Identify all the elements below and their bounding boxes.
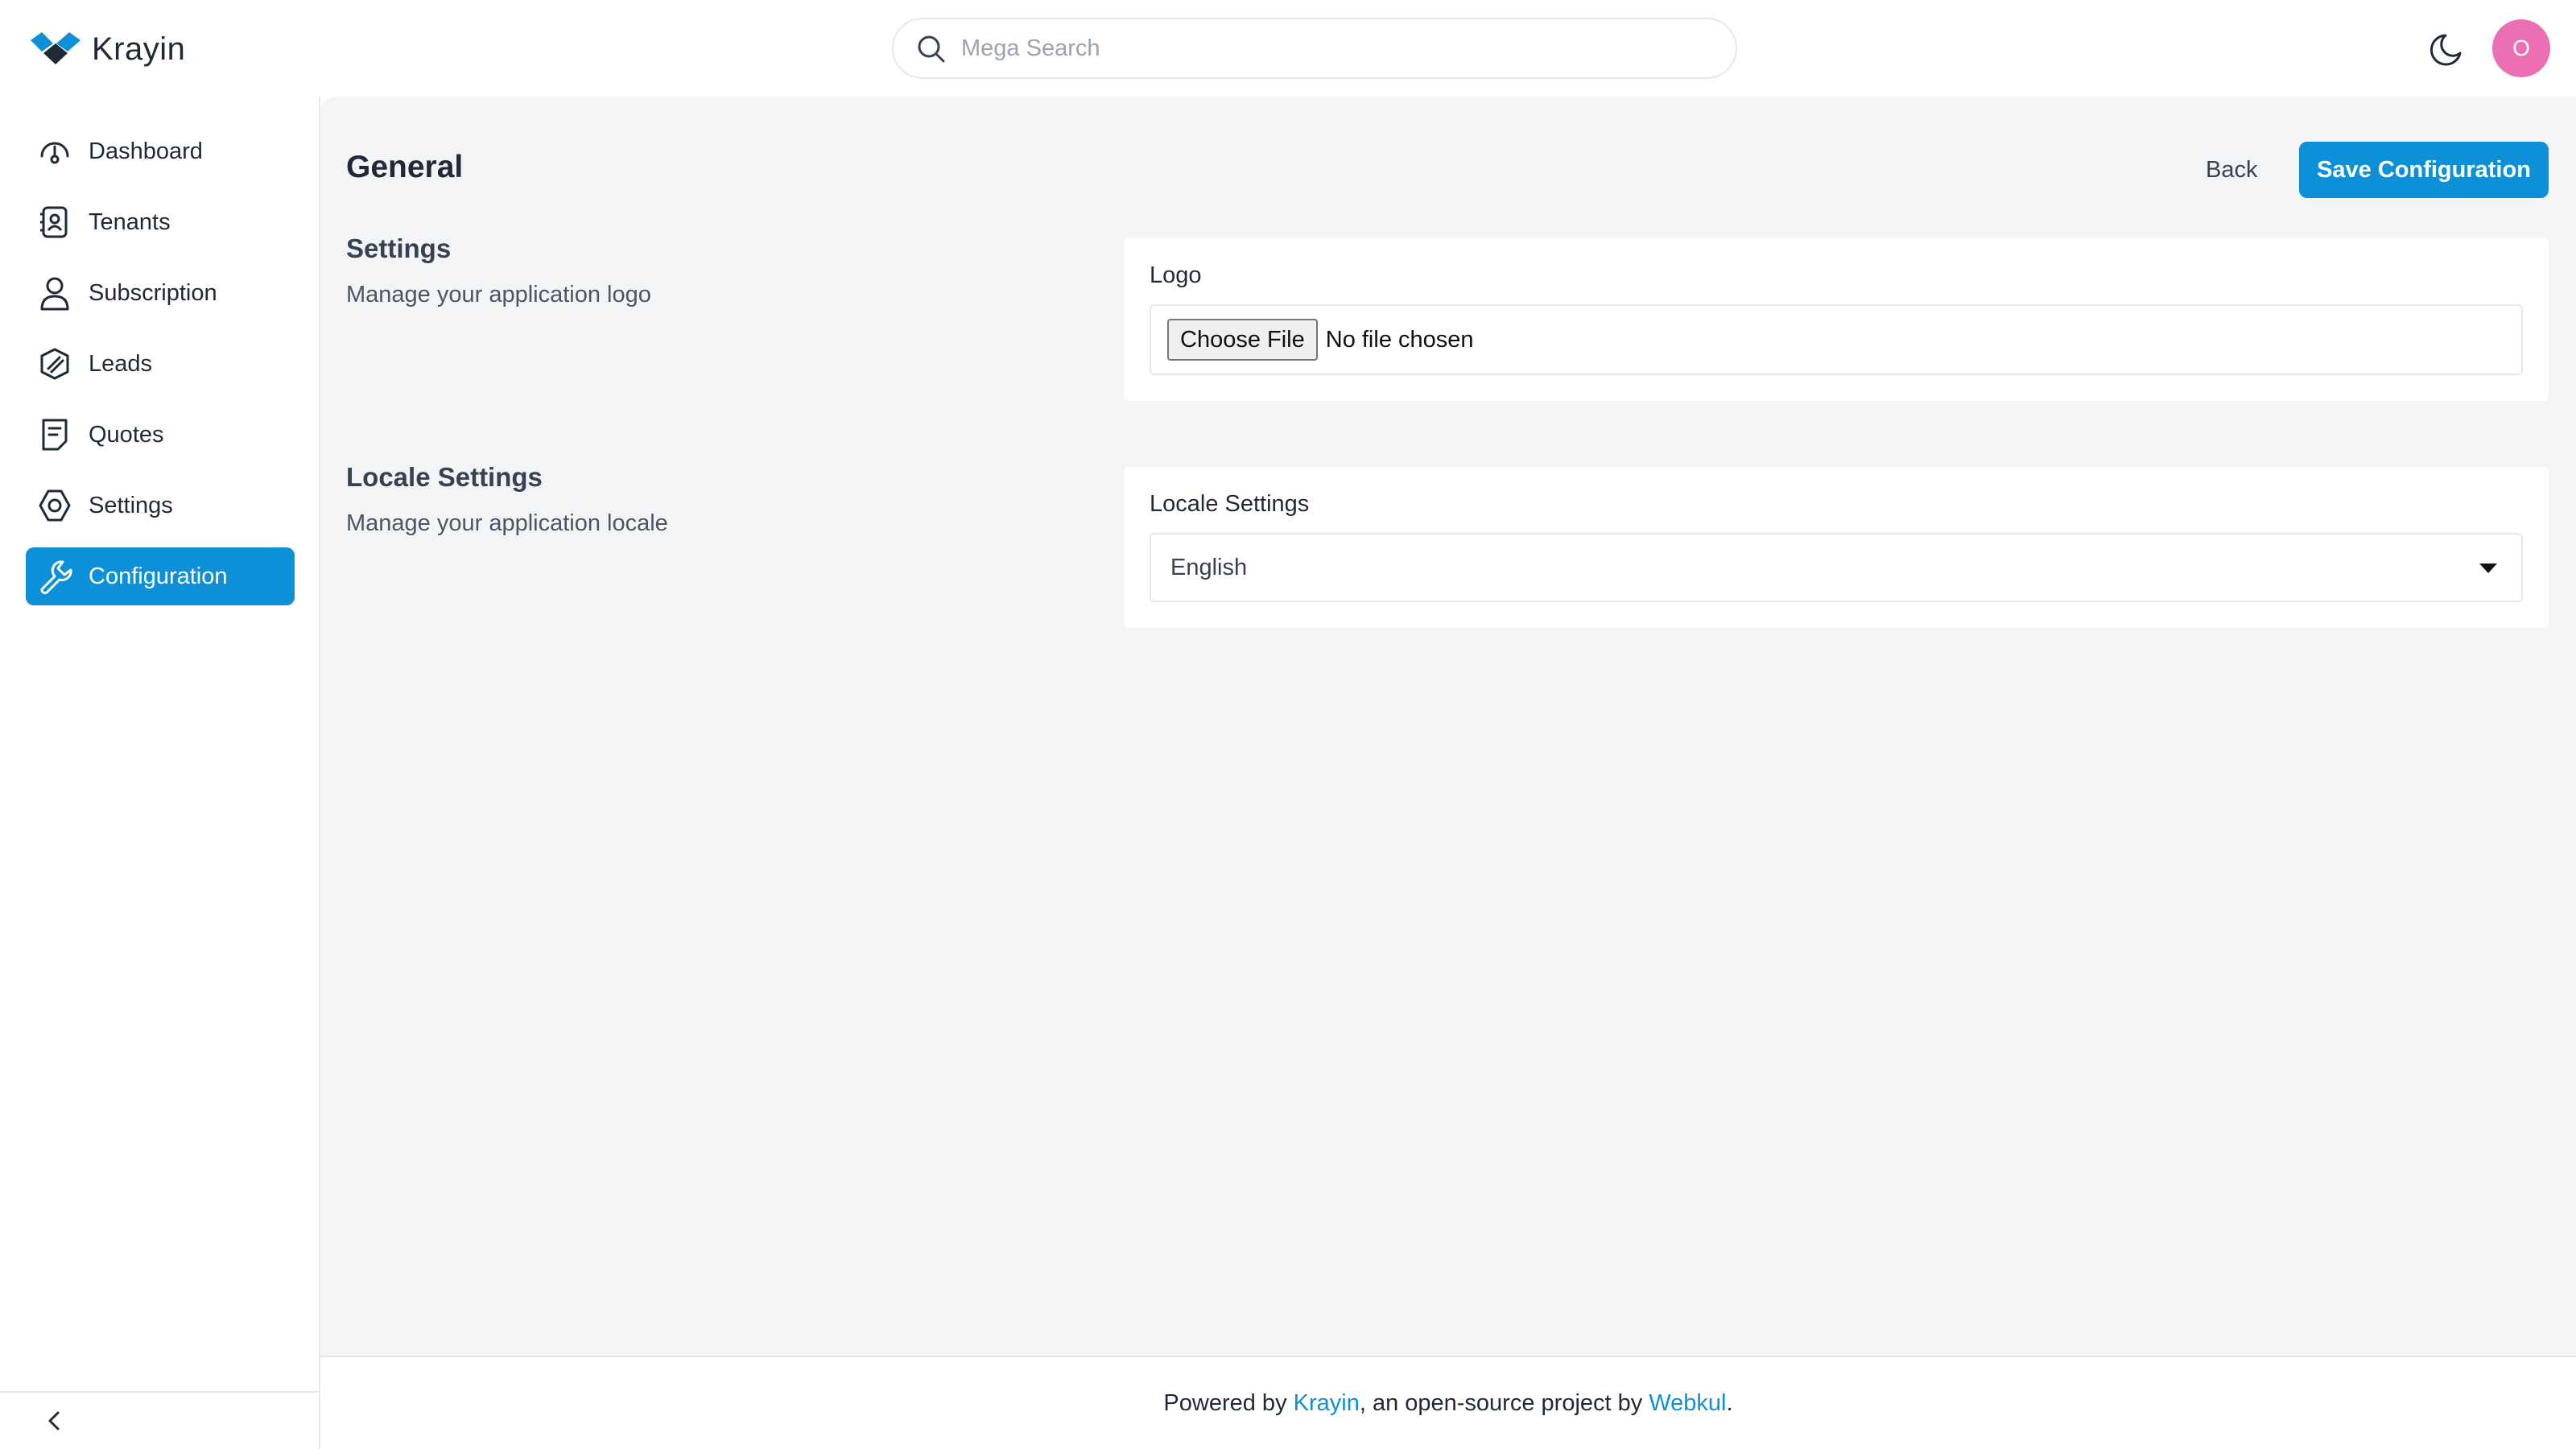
sidebar-item-label: Quotes xyxy=(89,421,164,448)
sidebar-item-label: Tenants xyxy=(89,208,171,235)
sidebar-item-quotes[interactable]: Quotes xyxy=(26,406,295,464)
locale-selected-value: English xyxy=(1170,554,1248,580)
locale-select[interactable]: English xyxy=(1150,533,2523,602)
top-header: Krayin O xyxy=(0,0,2576,97)
sidebar-item-subscription[interactable]: Subscription xyxy=(26,264,295,322)
sidebar-item-configuration[interactable]: Configuration xyxy=(26,547,295,605)
footer: Powered by Krayin , an open-source proje… xyxy=(320,1356,2576,1449)
sidebar-item-leads[interactable]: Leads xyxy=(26,335,295,393)
search-input[interactable] xyxy=(961,35,1686,62)
avatar[interactable]: O xyxy=(2492,19,2550,77)
search-icon xyxy=(918,35,945,63)
file-status: No file chosen xyxy=(1325,326,1474,353)
section-title-settings: Settings xyxy=(346,233,452,263)
chevron-left-icon xyxy=(48,1411,60,1430)
webkul-link[interactable]: Webkul xyxy=(1649,1390,1726,1417)
quotes-icon xyxy=(42,419,68,451)
main-content: General Back Save Configuration Settings… xyxy=(320,97,2576,1356)
page-title: General xyxy=(346,150,464,184)
user-icon xyxy=(40,277,69,311)
logo-card: Logo Choose File No file chosen xyxy=(1124,238,2549,401)
brand[interactable]: Krayin xyxy=(29,29,185,69)
sidebar-item-label: Settings xyxy=(89,492,173,518)
krayin-logo-icon xyxy=(31,32,80,64)
footer-middle: , an open-source project by xyxy=(1359,1389,1649,1416)
logo-label: Logo xyxy=(1150,262,1202,288)
section-title-locale: Locale Settings xyxy=(346,462,543,492)
krayin-link[interactable]: Krayin xyxy=(1294,1390,1360,1417)
collapse-sidebar-button[interactable] xyxy=(0,1391,320,1449)
brand-name: Krayin xyxy=(92,31,186,67)
settings-icon xyxy=(39,489,71,522)
sidebar-item-tenants[interactable]: Tenants xyxy=(26,193,295,251)
choose-file-button[interactable]: Choose File xyxy=(1167,319,1318,361)
locale-card: Locale Settings English xyxy=(1124,467,2549,628)
save-configuration-button[interactable]: Save Configuration xyxy=(2299,142,2549,198)
section-description-locale: Manage your application locale xyxy=(346,510,668,536)
back-button[interactable]: Back xyxy=(2186,142,2277,198)
mega-search[interactable] xyxy=(892,18,1737,79)
footer-suffix: . xyxy=(1726,1389,1733,1416)
sidebar-item-label: Leads xyxy=(89,350,153,377)
locale-label: Locale Settings xyxy=(1150,491,1310,517)
sidebar-item-label: Subscription xyxy=(89,279,217,306)
sidebar-item-label: Dashboard xyxy=(89,138,203,164)
tenants-icon xyxy=(40,206,68,238)
logo-file-input[interactable]: Choose File No file chosen xyxy=(1150,304,2523,375)
section-description-settings: Manage your application logo xyxy=(346,282,651,308)
sidebar-item-settings[interactable]: Settings xyxy=(26,477,295,535)
caret-down-icon xyxy=(2479,564,2497,573)
sidebar-item-dashboard[interactable]: Dashboard xyxy=(26,122,295,180)
dashboard-icon xyxy=(40,142,69,164)
sidebar: Dashboard Tenants Subscription Leads Quo… xyxy=(0,97,320,1449)
leads-icon xyxy=(40,348,69,380)
footer-prefix: Powered by xyxy=(1163,1389,1294,1416)
moon-icon[interactable] xyxy=(2428,27,2470,69)
wrench-icon xyxy=(40,560,72,595)
sidebar-item-label: Configuration xyxy=(89,563,228,589)
